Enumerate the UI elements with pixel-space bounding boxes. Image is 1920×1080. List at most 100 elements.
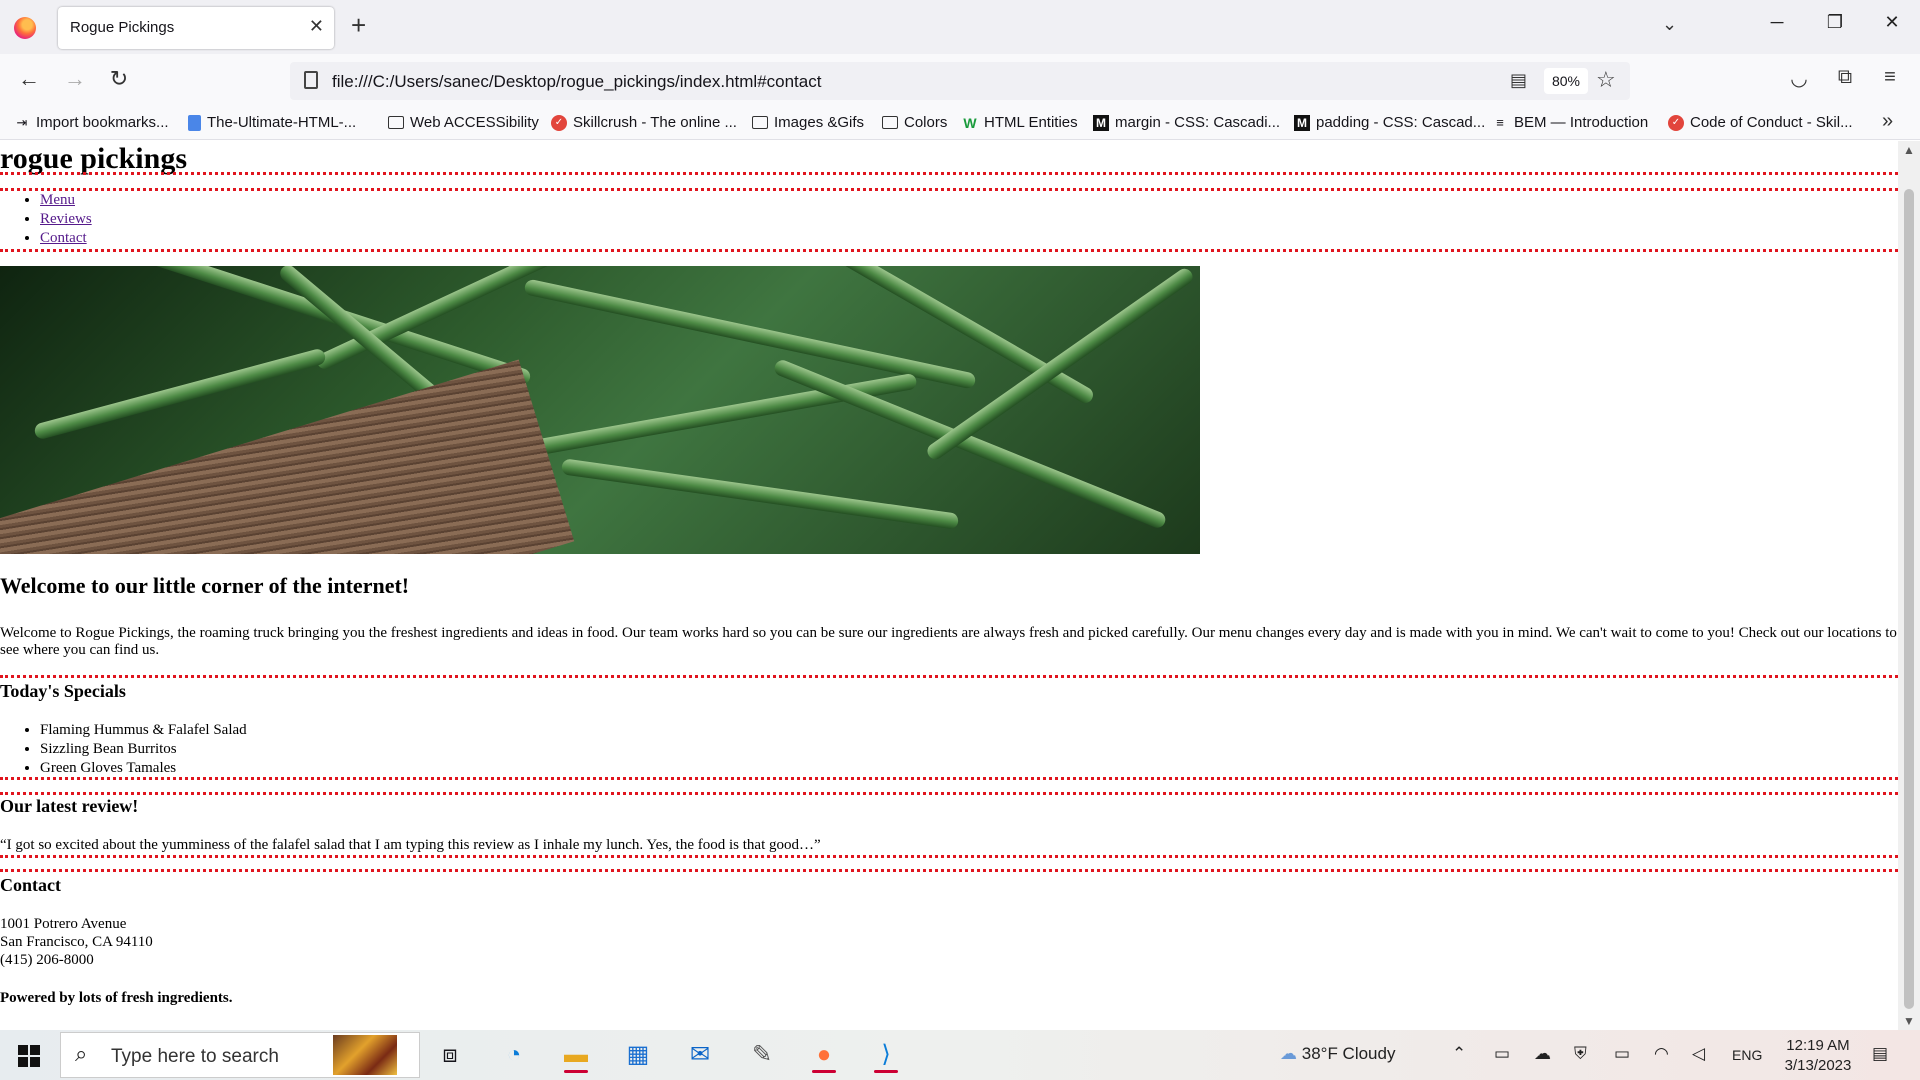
nav-item-reviews: Reviews bbox=[40, 210, 92, 229]
list-item: Green Gloves Tamales bbox=[40, 759, 247, 778]
footer-text: Powered by lots of fresh ingredients. bbox=[0, 990, 233, 1006]
contact-details: 1001 Potrero Avenue San Francisco, CA 94… bbox=[0, 915, 153, 969]
battery-icon[interactable]: ▭ bbox=[1614, 1044, 1630, 1064]
bookmark-padding[interactable]: Mpadding - CSS: Cascad... bbox=[1294, 114, 1485, 131]
bookmark-skillcrush[interactable]: ✓ Skillcrush - The online ... bbox=[551, 114, 737, 131]
firefox-taskbar-icon[interactable]: ● bbox=[804, 1037, 844, 1073]
search-icon: ⌕ bbox=[75, 1041, 88, 1066]
nav-link-contact[interactable]: Contact bbox=[40, 230, 87, 246]
list-all-tabs-icon[interactable]: ⌄ bbox=[1662, 14, 1677, 35]
bookmark-code-of-conduct[interactable]: ✓ Code of Conduct - Skil... bbox=[1668, 114, 1853, 131]
close-tab-icon[interactable]: ✕ bbox=[309, 16, 324, 37]
active-indicator bbox=[812, 1070, 836, 1073]
close-window-icon[interactable]: ✕ bbox=[1877, 12, 1907, 33]
forward-icon[interactable]: → bbox=[60, 66, 90, 92]
bookmark-images-gifs[interactable]: Images &Gifs bbox=[752, 114, 864, 131]
bem-icon: ≡ bbox=[1496, 114, 1504, 130]
reader-view-icon[interactable]: ▤ bbox=[1510, 70, 1527, 91]
folder-icon bbox=[882, 116, 898, 129]
hero-image-green-beans bbox=[0, 266, 1200, 554]
new-tab-icon[interactable]: + bbox=[351, 10, 366, 41]
address-line-2: San Francisco, CA 94110 bbox=[0, 934, 153, 950]
scroll-up-icon[interactable]: ▲ bbox=[1903, 143, 1915, 157]
list-item: Flaming Hummus & Falafel Salad bbox=[40, 721, 247, 740]
skillcrush-icon: ✓ bbox=[1668, 114, 1684, 131]
bookmark-web-accessibility[interactable]: Web ACCESSibility bbox=[388, 114, 539, 131]
skillcrush-icon: ✓ bbox=[551, 114, 567, 131]
defender-icon[interactable]: ⛨ bbox=[1574, 1044, 1587, 1064]
specials-list: Flaming Hummus & Falafel Salad Sizzling … bbox=[0, 721, 247, 778]
specials-heading: Today's Specials bbox=[0, 681, 126, 701]
firefox-icon[interactable] bbox=[14, 17, 36, 39]
page-scrollbar[interactable]: ▲ ▼ bbox=[1898, 141, 1920, 1030]
language-indicator[interactable]: ENG bbox=[1732, 1047, 1762, 1063]
taskbar-search[interactable]: ⌕ Type here to search bbox=[60, 1032, 420, 1078]
bean-shape bbox=[924, 266, 1196, 463]
onedrive-icon[interactable]: ☁ bbox=[1534, 1044, 1551, 1064]
scroll-thumb[interactable] bbox=[1904, 189, 1914, 1009]
folder-icon bbox=[388, 116, 404, 129]
folder-icon bbox=[752, 116, 768, 129]
pocket-icon[interactable]: ◡ bbox=[1784, 66, 1814, 91]
mdn-icon: M bbox=[1093, 114, 1109, 131]
nav-link-reviews[interactable]: Reviews bbox=[40, 211, 92, 227]
review-text: “I got so excited about the yumminess of… bbox=[0, 837, 821, 853]
navigation-toolbar: ← → ↻ file:///C:/Users/sanec/Desktop/rog… bbox=[0, 54, 1920, 108]
bookmark-bem[interactable]: ≡ BEM — Introduction bbox=[1492, 114, 1648, 131]
task-view-icon[interactable]: ⧈ bbox=[430, 1037, 470, 1073]
divider bbox=[0, 792, 1898, 795]
restore-icon[interactable]: ❐ bbox=[1820, 12, 1850, 33]
clock[interactable]: 12:19 AM 3/13/2023 bbox=[1768, 1036, 1868, 1076]
import-icon: ⇥ bbox=[16, 114, 28, 130]
volume-icon[interactable]: ◁ bbox=[1692, 1044, 1705, 1064]
weather-widget[interactable]: ☁ 38°F Cloudy bbox=[1280, 1044, 1395, 1064]
doc-icon bbox=[188, 114, 201, 131]
divider bbox=[0, 188, 1898, 191]
divider bbox=[0, 777, 1898, 780]
zoom-level[interactable]: 80% bbox=[1544, 68, 1588, 94]
w3-icon: W bbox=[963, 114, 977, 131]
welcome-heading: Welcome to our little corner of the inte… bbox=[0, 573, 410, 598]
microsoft-store-icon[interactable]: ▦ bbox=[618, 1037, 658, 1073]
bookmark-star-icon[interactable]: ☆ bbox=[1596, 67, 1616, 93]
active-indicator bbox=[564, 1070, 588, 1073]
reload-icon[interactable]: ↻ bbox=[104, 66, 134, 92]
nav-link-menu[interactable]: Menu bbox=[40, 192, 75, 208]
bookmark-html-entities[interactable]: W HTML Entities bbox=[962, 114, 1077, 131]
wooden-crate bbox=[0, 359, 575, 554]
url-text[interactable]: file:///C:/Users/sanec/Desktop/rogue_pic… bbox=[332, 72, 821, 92]
more-bookmarks-icon[interactable]: » bbox=[1882, 110, 1893, 133]
gimp-icon[interactable]: ✎ bbox=[742, 1037, 782, 1073]
scroll-down-icon[interactable]: ▼ bbox=[1903, 1014, 1915, 1028]
bookmark-margin[interactable]: Mmargin - CSS: Cascadi... bbox=[1093, 114, 1280, 131]
nav-item-menu: Menu bbox=[40, 191, 92, 210]
wifi-icon[interactable]: ◠ bbox=[1654, 1044, 1669, 1064]
review-heading: Our latest review! bbox=[0, 796, 139, 816]
list-item: Sizzling Bean Burritos bbox=[40, 740, 247, 759]
windows-start-icon[interactable] bbox=[18, 1045, 40, 1067]
bookmark-ultimate-html[interactable]: The-Ultimate-HTML-... bbox=[188, 114, 356, 131]
clock-time: 12:19 AM bbox=[1786, 1037, 1850, 1054]
weather-text: 38°F Cloudy bbox=[1301, 1044, 1396, 1063]
divider bbox=[0, 869, 1898, 872]
tab-rogue-pickings[interactable]: Rogue Pickings ✕ bbox=[58, 7, 334, 49]
mail-icon[interactable]: ✉ bbox=[680, 1037, 720, 1073]
address-line-1: 1001 Potrero Avenue bbox=[0, 916, 127, 932]
divider bbox=[0, 172, 1898, 175]
meet-now-icon[interactable]: ▭ bbox=[1494, 1044, 1510, 1064]
edge-icon[interactable]: ◔ bbox=[494, 1037, 534, 1073]
file-explorer-icon[interactable]: ▬ bbox=[556, 1037, 596, 1073]
url-bar[interactable]: file:///C:/Users/sanec/Desktop/rogue_pic… bbox=[290, 62, 1630, 100]
menu-icon[interactable]: ≡ bbox=[1875, 66, 1905, 89]
minimize-icon[interactable]: ─ bbox=[1762, 12, 1792, 33]
show-hidden-icons-icon[interactable]: ⌃ bbox=[1452, 1044, 1466, 1064]
bookmark-colors[interactable]: Colors bbox=[882, 114, 947, 131]
bookmark-import[interactable]: ⇥ Import bookmarks... bbox=[14, 114, 169, 131]
notifications-icon[interactable]: ▤ bbox=[1872, 1044, 1888, 1064]
extensions-icon[interactable]: ⧉ bbox=[1830, 66, 1860, 89]
mdn-icon: M bbox=[1294, 114, 1310, 131]
bean-shape bbox=[560, 458, 960, 530]
vscode-icon[interactable]: ⟩ bbox=[866, 1037, 906, 1073]
bookmarks-toolbar: ⇥ Import bookmarks... The-Ultimate-HTML-.… bbox=[0, 108, 1920, 140]
back-icon[interactable]: ← bbox=[14, 66, 44, 92]
